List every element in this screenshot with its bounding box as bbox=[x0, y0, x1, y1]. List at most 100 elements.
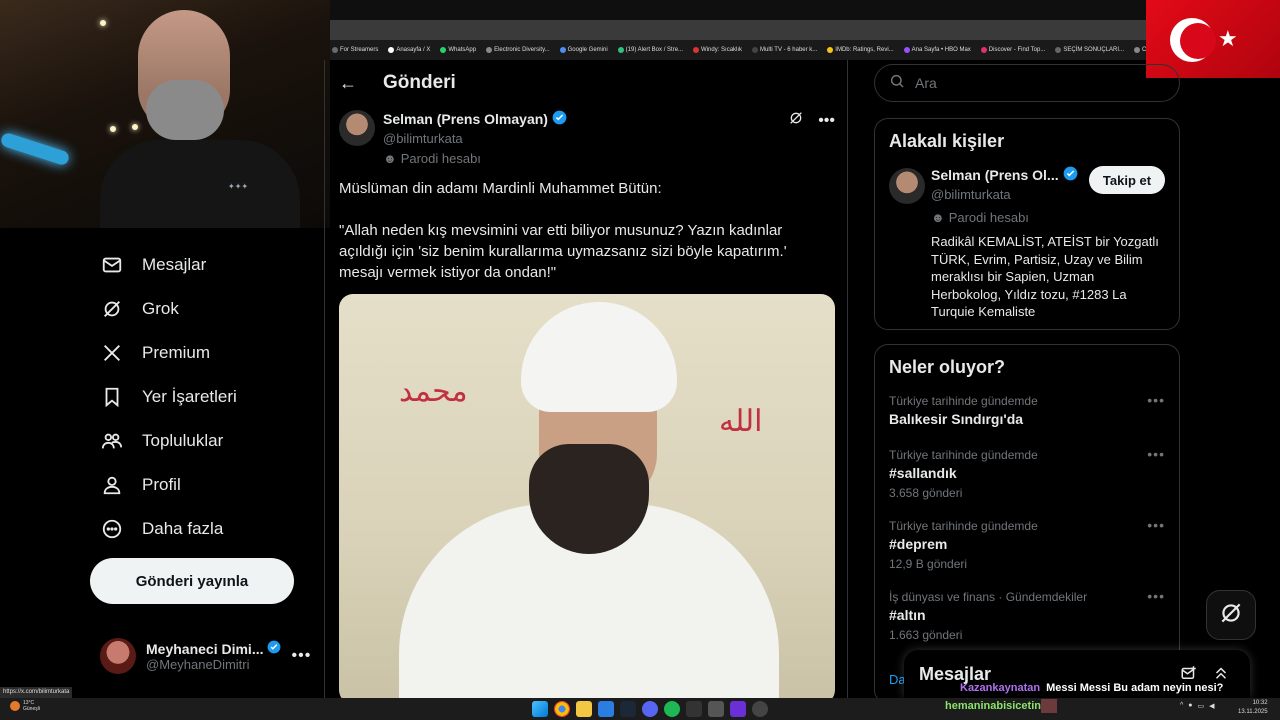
sidebar-item-profile[interactable]: Profil bbox=[100, 470, 181, 500]
app-icon[interactable] bbox=[752, 701, 768, 717]
clock[interactable]: 10:32 13.11.2025 bbox=[1238, 699, 1268, 717]
post-text: Müslüman din adamı Mardinli Muhammet Büt… bbox=[339, 180, 787, 281]
more-options-icon[interactable]: ••• bbox=[818, 112, 835, 130]
browser-address-bar[interactable] bbox=[330, 20, 1146, 40]
sidebar-item-more[interactable]: Daha fazla bbox=[100, 514, 223, 544]
trend-category: Türkiye tarihinde gündemde bbox=[889, 394, 1038, 408]
related-person[interactable]: Selman (Prens Ol... @bilimturkata ☻ Parod… bbox=[875, 152, 1179, 331]
discord-icon[interactable] bbox=[642, 701, 658, 717]
trend-item[interactable]: İş dünyası ve finans · Gündemdekiler #al… bbox=[875, 584, 1179, 655]
trend-item[interactable]: Türkiye tarihinde gündemde Balıkesir Sın… bbox=[875, 388, 1179, 442]
avatar[interactable] bbox=[339, 110, 375, 146]
system-tray: ^ ● ▭ ◀ bbox=[1180, 702, 1215, 710]
browser-title-bar bbox=[330, 0, 1146, 20]
account-more-icon[interactable]: ••• bbox=[291, 647, 311, 665]
bookmark-label: Google Gemini bbox=[567, 47, 608, 53]
status-url: https://x.com/bilimturkata bbox=[0, 687, 73, 698]
account-handle: @MeyhaneDimitri bbox=[146, 657, 250, 672]
sidebar-item-label: Daha fazla bbox=[142, 519, 224, 538]
bookmark-item[interactable]: (19) Alert Box / Stre... bbox=[617, 47, 683, 53]
microphone bbox=[0, 131, 71, 167]
sidebar-item-label: Premium bbox=[142, 343, 211, 362]
flag-crescent-cut bbox=[1180, 23, 1216, 59]
more-options-icon[interactable]: ••• bbox=[1147, 588, 1165, 604]
verified-badge-icon bbox=[267, 640, 281, 657]
more-options-icon[interactable]: ••• bbox=[1147, 517, 1165, 533]
communities-icon bbox=[100, 429, 124, 453]
chat-thumbnail bbox=[1041, 699, 1057, 713]
trend-item[interactable]: Türkiye tarihinde gündemde #sallandık 3.… bbox=[875, 442, 1179, 513]
parody-mask-icon: ☻ bbox=[383, 151, 397, 166]
author-name-text: Selman (Prens Olmayan) bbox=[383, 111, 548, 127]
chat-username: Kazankaynatan bbox=[960, 682, 1041, 694]
chat-username-bottom: hemaninabisicetin bbox=[945, 700, 1041, 712]
file-explorer-icon[interactable] bbox=[576, 701, 592, 717]
bookmark-label: IMDb: Ratings, Revi... bbox=[835, 47, 894, 53]
chrome-icon[interactable] bbox=[554, 701, 570, 717]
weather-widget[interactable]: 13°C Güneşli bbox=[10, 700, 40, 712]
app-icon[interactable] bbox=[708, 701, 724, 717]
bookmark-item[interactable]: IMDb: Ratings, Revi... bbox=[827, 47, 894, 53]
search-placeholder: Ara bbox=[915, 75, 937, 91]
bookmark-item[interactable]: Discover - Find Top... bbox=[980, 47, 1045, 53]
sidebar-item-label: Grok bbox=[142, 299, 179, 318]
more-options-icon[interactable]: ••• bbox=[1147, 392, 1165, 408]
post-column: ← Gönderi Selman (Prens Olmayan) @bilimt… bbox=[324, 60, 848, 698]
volume-icon[interactable]: ◀ bbox=[1209, 702, 1214, 710]
bookmark-item[interactable]: Ana Sayfa • HBO Max bbox=[903, 47, 971, 53]
stream-chat-message: Kazankaynatan Messi Messi Bu adam neyin n… bbox=[960, 682, 1223, 694]
bookmark-icon bbox=[1055, 47, 1062, 53]
parody-label: ☻ Parodi hesabı bbox=[383, 151, 567, 166]
gemini-icon bbox=[559, 47, 566, 53]
account-switcher[interactable]: Meyhaneci Dimi... @MeyhaneDimitri ••• bbox=[100, 634, 310, 678]
network-icon[interactable]: ▭ bbox=[1198, 702, 1205, 710]
avatar[interactable] bbox=[889, 168, 925, 204]
sidebar-item-grok[interactable]: Grok bbox=[100, 294, 179, 324]
chevron-up-icon[interactable]: ^ bbox=[1180, 702, 1183, 710]
post-button[interactable]: Gönderi yayınla bbox=[90, 558, 294, 604]
sidebar-item-bookmarks[interactable]: Yer İşaretleri bbox=[100, 382, 237, 412]
webcam-overlay: ✦✦✦ bbox=[0, 0, 330, 228]
grok-floating-button[interactable] bbox=[1206, 590, 1256, 640]
follow-button[interactable]: Takip et bbox=[1089, 166, 1165, 194]
streamlabs-icon bbox=[617, 47, 624, 53]
trend-item[interactable]: Türkiye tarihinde gündemde #deprem 12,9 … bbox=[875, 513, 1179, 584]
app-icon[interactable] bbox=[730, 701, 746, 717]
image-figure-turban bbox=[521, 302, 677, 412]
sidebar-item-premium[interactable]: Premium bbox=[100, 338, 210, 368]
account-name-text: Meyhaneci Dimi... bbox=[146, 640, 264, 657]
related-name-text: Selman (Prens Ol... bbox=[931, 167, 1059, 183]
x-bookmark-icon bbox=[388, 47, 395, 53]
bookmark-item[interactable]: For Streamers bbox=[332, 47, 378, 53]
mic-icon[interactable]: ● bbox=[1188, 702, 1192, 710]
more-options-icon[interactable]: ••• bbox=[1147, 446, 1165, 462]
back-arrow-icon[interactable]: ← bbox=[339, 73, 357, 94]
shirt-logo: ✦✦✦ bbox=[228, 182, 249, 191]
bookmark-item[interactable]: SEÇİM SONUÇLARI... bbox=[1055, 47, 1124, 53]
steam-icon[interactable] bbox=[620, 701, 636, 717]
bookmark-item[interactable]: Windy: Sıcaklık bbox=[693, 47, 742, 53]
bookmark-label: Anasayfa / X bbox=[396, 47, 431, 53]
bookmark-item[interactable]: Multi TV - 6 haber k... bbox=[752, 47, 817, 53]
trend-category: Türkiye tarihinde gündemde bbox=[889, 519, 1038, 533]
account-info: Meyhaneci Dimi... @MeyhaneDimitri bbox=[146, 640, 281, 672]
post-image[interactable]: محمد الله bbox=[339, 294, 835, 698]
more-circle-icon bbox=[100, 517, 124, 541]
spotify-icon[interactable] bbox=[664, 701, 680, 717]
flag-star-icon: ★ bbox=[1218, 26, 1238, 51]
app-icon[interactable] bbox=[686, 701, 702, 717]
sidebar-item-communities[interactable]: Topluluklar bbox=[100, 426, 223, 456]
bookmark-item[interactable]: WhatsApp bbox=[440, 47, 476, 53]
search-input[interactable]: Ara bbox=[874, 64, 1180, 102]
author-name[interactable]: Selman (Prens Olmayan) bbox=[383, 110, 567, 128]
grok-icon[interactable] bbox=[788, 110, 804, 131]
windows-start-icon[interactable] bbox=[532, 701, 548, 717]
app-icon[interactable] bbox=[598, 701, 614, 717]
bookmark-item[interactable]: Anasayfa / X bbox=[388, 47, 430, 53]
sidebar-item-messages[interactable]: Mesajlar bbox=[100, 250, 206, 280]
card-title: Alakalı kişiler bbox=[889, 131, 1005, 151]
author-handle[interactable]: @bilimturkata bbox=[383, 131, 567, 146]
bookmark-item[interactable]: Electronic Diversity... bbox=[486, 47, 550, 53]
bookmark-item[interactable]: Ch bbox=[1134, 47, 1146, 53]
bookmark-item[interactable]: Google Gemini bbox=[559, 47, 608, 53]
